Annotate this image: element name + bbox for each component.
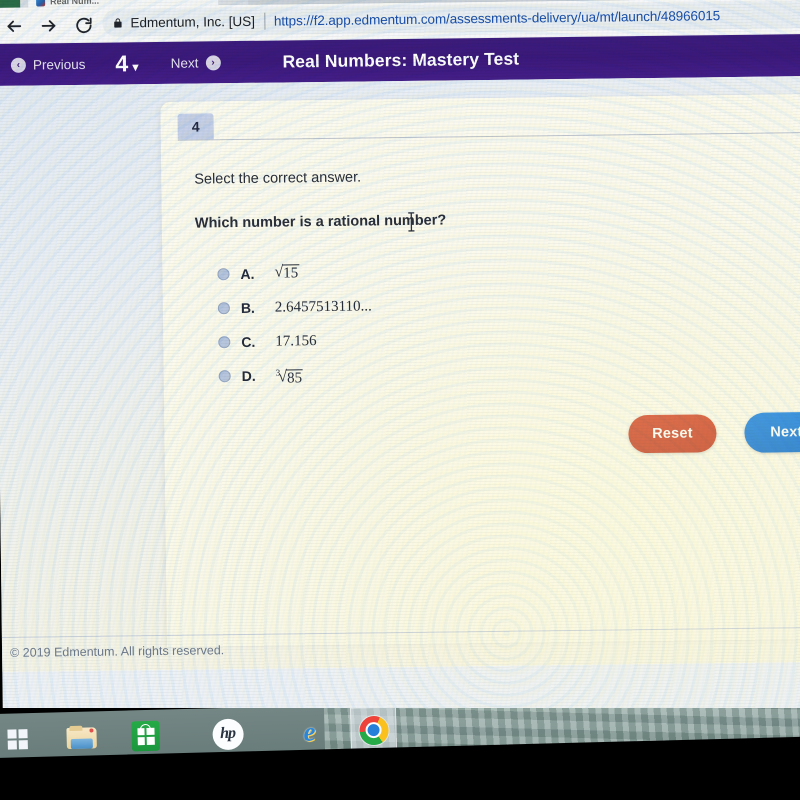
file-explorer-button[interactable] bbox=[58, 714, 105, 761]
choice-letter-b: B. bbox=[240, 299, 255, 317]
choice-value-b: 2.6457513110... bbox=[274, 297, 372, 316]
answer-choice-c[interactable]: C. 17.156 bbox=[218, 320, 638, 359]
reload-icon[interactable] bbox=[72, 14, 94, 36]
question-number-value: 4 bbox=[115, 49, 129, 77]
back-arrow-icon[interactable] bbox=[2, 15, 24, 37]
reset-button[interactable]: Reset bbox=[628, 414, 717, 454]
question-instruction: Select the correct answer. bbox=[194, 169, 362, 188]
circle-right-arrow-icon: › bbox=[205, 54, 221, 70]
radio-button-b[interactable] bbox=[217, 302, 230, 315]
windows-logo-icon bbox=[7, 729, 28, 750]
assessment-page-body: 4 Select the correct answer. Which numbe… bbox=[0, 76, 800, 672]
answer-choice-b[interactable]: B. 2.6457513110... bbox=[217, 286, 638, 325]
photo-of-screen: Real Num... Edmentum, Inc. [US] https://… bbox=[0, 0, 800, 800]
choice-value-c: 17.156 bbox=[275, 332, 317, 350]
answer-choice-a[interactable]: A. √ 15 bbox=[217, 252, 637, 291]
radicand-d: 85 bbox=[285, 368, 304, 387]
question-prompt: Which number is a rational number? bbox=[194, 212, 447, 232]
card-divider bbox=[177, 131, 800, 141]
tab-favicon-icon bbox=[36, 0, 46, 7]
action-button-row: Reset Next bbox=[628, 411, 800, 454]
answer-choice-d[interactable]: D. 3 √ 85 bbox=[218, 354, 639, 393]
radio-button-a[interactable] bbox=[217, 268, 230, 281]
test-title: Real Numbers: Mastery Test bbox=[282, 48, 520, 71]
question-card: 4 Select the correct answer. Which numbe… bbox=[160, 93, 800, 647]
internet-explorer-icon: e bbox=[303, 716, 316, 747]
question-number-dropdown[interactable]: 4 ▾ bbox=[115, 49, 139, 77]
forward-arrow-icon[interactable] bbox=[37, 14, 59, 36]
microsoft-store-icon bbox=[131, 720, 161, 752]
question-number-badge: 4 bbox=[177, 113, 214, 140]
internet-explorer-button[interactable]: e bbox=[286, 708, 333, 755]
radical-index-d: 3 bbox=[275, 367, 281, 378]
url-text: https://f2.app.edmentum.com/assessments-… bbox=[273, 8, 721, 29]
choice-letter-a: A. bbox=[240, 265, 255, 283]
answer-choice-list: A. √ 15 B. 2.6457513110... C. 17.156 D. … bbox=[217, 252, 639, 393]
hp-logo-icon: hp bbox=[211, 717, 244, 750]
previous-button[interactable]: ‹ Previous bbox=[10, 56, 86, 73]
microsoft-store-button[interactable] bbox=[122, 712, 169, 759]
chrome-logo-icon bbox=[358, 715, 389, 745]
radio-button-c[interactable] bbox=[218, 336, 231, 349]
omnibox-separator bbox=[263, 12, 266, 30]
circle-left-arrow-icon: ‹ bbox=[10, 57, 26, 73]
choice-value-a: √ 15 bbox=[274, 263, 300, 283]
radio-button-d[interactable] bbox=[218, 370, 231, 383]
taskbar-region: hp e bbox=[0, 708, 800, 800]
radicand-a: 15 bbox=[282, 264, 300, 283]
choice-letter-d: D. bbox=[241, 367, 256, 385]
choice-value-d: 3 √ 85 bbox=[275, 367, 304, 387]
laptop-screen: Real Num... Edmentum, Inc. [US] https://… bbox=[0, 0, 800, 728]
chevron-down-icon: ▾ bbox=[132, 58, 139, 74]
copyright-text: © 2019 Edmentum. All rights reserved. bbox=[9, 643, 225, 660]
lock-icon bbox=[112, 16, 123, 29]
previous-label: Previous bbox=[32, 56, 86, 73]
next-label: Next bbox=[170, 55, 199, 71]
choice-letter-c: C. bbox=[241, 333, 256, 351]
browser-tab-title: Real Num... bbox=[50, 0, 100, 7]
file-explorer-icon bbox=[66, 725, 97, 750]
hp-button[interactable]: hp bbox=[204, 710, 251, 757]
next-button[interactable]: Next bbox=[744, 411, 800, 453]
next-button-toolbar[interactable]: Next › bbox=[170, 54, 221, 71]
site-identity-label: Edmentum, Inc. [US] bbox=[130, 13, 256, 31]
